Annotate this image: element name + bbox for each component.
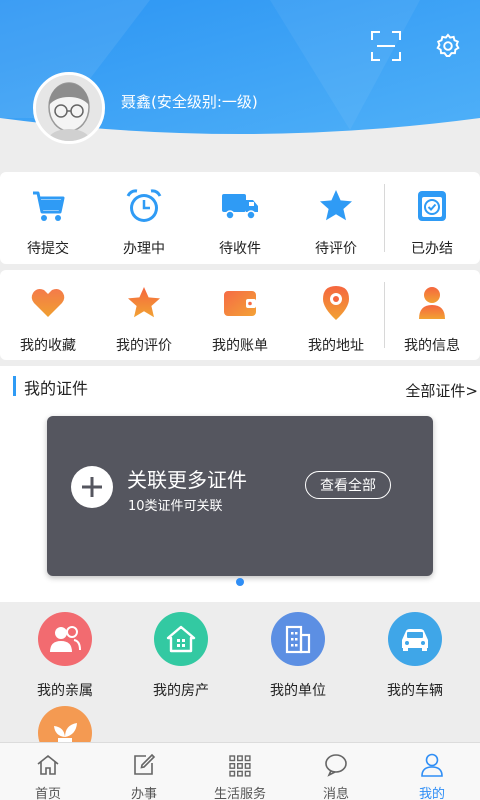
- car-icon: [388, 612, 442, 666]
- settings-gear-icon[interactable]: [430, 28, 466, 64]
- my-information[interactable]: 我的信息: [384, 283, 480, 355]
- tab-home[interactable]: 首页: [0, 743, 96, 800]
- view-all-button[interactable]: 查看全部: [305, 471, 391, 499]
- carousel-indicator: [236, 578, 244, 586]
- person-icon: [384, 743, 480, 777]
- cart-icon: [0, 186, 96, 226]
- my-bills[interactable]: 我的账单: [192, 283, 288, 355]
- section-title: 我的证件: [24, 379, 89, 398]
- tab-life-services[interactable]: 生活服务: [192, 743, 288, 800]
- person-icon: [384, 283, 480, 323]
- profile-header: 聂鑫(安全级别:一级): [0, 0, 480, 145]
- certificates-section: 我的证件 全部证件> 关联更多证件 10类证件可关联 查看全部: [0, 366, 480, 602]
- all-certificates-link[interactable]: 全部证件>: [405, 380, 478, 401]
- house-icon: [154, 612, 208, 666]
- relatives-icon: [38, 612, 92, 666]
- bottom-tab-bar: 首页 办事 生活服务 消息 我的: [0, 742, 480, 800]
- location-pin-icon: [288, 283, 384, 323]
- add-icon[interactable]: [71, 466, 113, 508]
- grid-icon: [192, 743, 288, 777]
- truck-icon: [192, 186, 288, 226]
- order-awaiting-delivery[interactable]: 待收件: [192, 186, 288, 258]
- my-favorites[interactable]: 我的收藏: [0, 283, 96, 355]
- card-subtitle: 10类证件可关联: [128, 499, 223, 514]
- section-accent-bar: [13, 376, 16, 396]
- wallet-icon: [192, 283, 288, 323]
- tab-mine[interactable]: 我的: [384, 743, 480, 800]
- card-title: 关联更多证件: [127, 468, 247, 492]
- assets-section: 我的亲属 我的房产 我的单位 我的车辆: [0, 602, 480, 760]
- my-vehicles[interactable]: 我的车辆: [360, 612, 470, 700]
- avatar[interactable]: [33, 72, 105, 144]
- heart-icon: [0, 283, 96, 323]
- star-icon: [288, 186, 384, 226]
- my-employer[interactable]: 我的单位: [243, 612, 353, 700]
- tab-services[interactable]: 办事: [96, 743, 192, 800]
- star-icon: [96, 283, 192, 323]
- order-completed[interactable]: 已办结: [384, 186, 480, 258]
- chat-icon: [288, 743, 384, 777]
- link-more-certificates-card[interactable]: 关联更多证件 10类证件可关联 查看全部: [47, 416, 433, 576]
- scan-icon[interactable]: [368, 28, 404, 64]
- personal-menu-card: 我的收藏 我的评价 我的账单 我的地址 我的信息: [0, 270, 480, 360]
- my-relatives[interactable]: 我的亲属: [10, 612, 120, 700]
- tab-messages[interactable]: 消息: [288, 743, 384, 800]
- building-icon: [271, 612, 325, 666]
- my-addresses[interactable]: 我的地址: [288, 283, 384, 355]
- home-icon: [0, 743, 96, 777]
- my-property[interactable]: 我的房产: [126, 612, 236, 700]
- check-box-icon: [384, 186, 480, 226]
- order-processing[interactable]: 办理中: [96, 186, 192, 258]
- my-reviews[interactable]: 我的评价: [96, 283, 192, 355]
- edit-icon: [96, 743, 192, 777]
- order-status-card: 待提交 办理中 待收件 待评价 已办结: [0, 172, 480, 264]
- order-awaiting-review[interactable]: 待评价: [288, 186, 384, 258]
- username: 聂鑫(安全级别:一级): [121, 93, 258, 111]
- alarm-clock-icon: [96, 186, 192, 226]
- order-pending-submit[interactable]: 待提交: [0, 186, 96, 258]
